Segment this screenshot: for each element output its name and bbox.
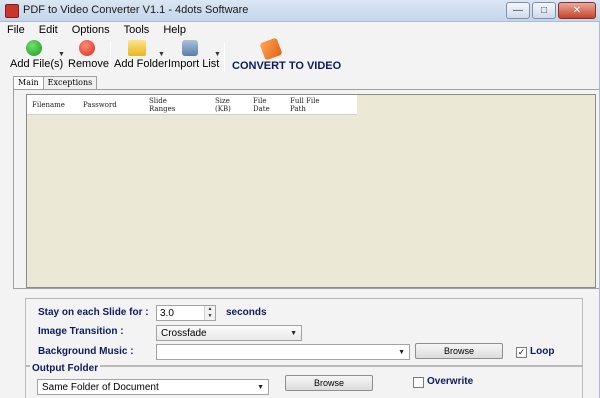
- remove-button[interactable]: Remove: [68, 40, 109, 74]
- menu-options[interactable]: Options: [65, 22, 117, 40]
- overwrite-checkbox[interactable]: [413, 377, 424, 388]
- toolbar-separator: [224, 42, 225, 72]
- chevron-down-icon: ▼: [290, 330, 297, 337]
- convert-label: CONVERT TO VIDEO: [232, 60, 342, 72]
- add-files-button[interactable]: Add File(s): [10, 40, 64, 74]
- add-files-label: Add File(s): [10, 58, 64, 70]
- column-file-date[interactable]: File Date: [253, 97, 270, 113]
- title-bar: PDF to Video Converter V1.1 - 4dots Soft…: [0, 0, 600, 22]
- toolbar: Add File(s) ▼ Remove Add Folder ▼ Import…: [0, 37, 600, 74]
- slideshow-settings: Stay on each Slide for : 3.0 ▲ ▼ seconds …: [25, 298, 583, 366]
- add-folder-dropdown-icon[interactable]: ▼: [158, 51, 165, 58]
- overwrite-label: Overwrite: [427, 376, 474, 387]
- add-folder-label: Add Folder: [114, 58, 168, 70]
- import-list-button[interactable]: Import List: [168, 40, 220, 74]
- tab-main[interactable]: Main: [13, 76, 44, 90]
- output-folder-title: Output Folder: [30, 363, 101, 374]
- convert-icon: [259, 37, 283, 61]
- column-size[interactable]: Size (KB): [215, 97, 231, 113]
- column-slide-ranges[interactable]: Slide Ranges: [149, 97, 175, 113]
- remove-label: Remove: [68, 58, 109, 70]
- menu-help[interactable]: Help: [156, 22, 193, 40]
- tab-strip: Main Exceptions: [13, 76, 98, 90]
- import-list-icon: [182, 40, 198, 56]
- toolbar-separator: [110, 42, 111, 72]
- transition-select[interactable]: Crossfade ▼: [156, 325, 302, 341]
- background-music-select[interactable]: ▼: [156, 344, 410, 360]
- music-browse-button[interactable]: Browse: [415, 343, 503, 359]
- import-list-label: Import List: [168, 58, 220, 70]
- tab-exceptions[interactable]: Exceptions: [42, 76, 98, 90]
- output-browse-button[interactable]: Browse: [285, 375, 373, 391]
- stay-duration-input[interactable]: 3.0 ▲ ▼: [156, 305, 216, 321]
- output-folder-select[interactable]: Same Folder of Document ▼: [37, 379, 269, 395]
- loop-checkbox[interactable]: ✓: [516, 347, 527, 358]
- import-list-dropdown-icon[interactable]: ▼: [214, 51, 221, 58]
- menu-file[interactable]: File: [0, 22, 32, 40]
- output-folder-value: Same Folder of Document: [42, 382, 159, 393]
- file-grid[interactable]: Filename Password Slide Ranges Size (KB)…: [26, 94, 596, 288]
- seconds-label: seconds: [226, 307, 267, 318]
- add-folder-button[interactable]: Add Folder: [114, 40, 168, 74]
- chevron-down-icon: ▼: [257, 384, 264, 391]
- column-filename[interactable]: Filename: [32, 101, 65, 109]
- loop-label: Loop: [530, 346, 555, 357]
- output-folder-group: Same Folder of Document ▼ Browse Overwri…: [25, 366, 583, 398]
- add-files-dropdown-icon[interactable]: ▼: [58, 51, 65, 58]
- folder-icon: [128, 40, 146, 56]
- transition-value: Crossfade: [161, 328, 207, 339]
- window-controls: — □ ✕: [504, 2, 596, 20]
- maximize-button[interactable]: □: [532, 2, 556, 19]
- app-icon: [5, 4, 19, 18]
- close-button[interactable]: ✕: [558, 2, 596, 19]
- minimize-button[interactable]: —: [506, 2, 530, 19]
- stay-label: Stay on each Slide for :: [38, 307, 149, 318]
- window-title: PDF to Video Converter V1.1 - 4dots Soft…: [23, 4, 249, 16]
- column-password[interactable]: Password: [83, 101, 117, 109]
- column-full-file-path[interactable]: Full File Path: [290, 97, 320, 113]
- stay-duration-value: 3.0: [160, 308, 174, 319]
- remove-icon: [79, 40, 95, 56]
- menu-edit[interactable]: Edit: [32, 22, 65, 40]
- grid-header: Filename Password Slide Ranges Size (KB)…: [27, 95, 357, 115]
- menu-bar: File Edit Options Tools Help: [0, 22, 600, 40]
- main-tab-panel: Filename Password Slide Ranges Size (KB)…: [13, 89, 600, 289]
- music-label: Background Music :: [38, 346, 134, 357]
- transition-label: Image Transition :: [38, 326, 124, 337]
- convert-to-video-button[interactable]: CONVERT TO VIDEO: [232, 37, 342, 74]
- chevron-down-icon: ▼: [398, 349, 405, 356]
- plus-icon: [26, 40, 42, 56]
- menu-tools[interactable]: Tools: [117, 22, 157, 40]
- spin-arrows-icon[interactable]: ▲ ▼: [204, 306, 215, 320]
